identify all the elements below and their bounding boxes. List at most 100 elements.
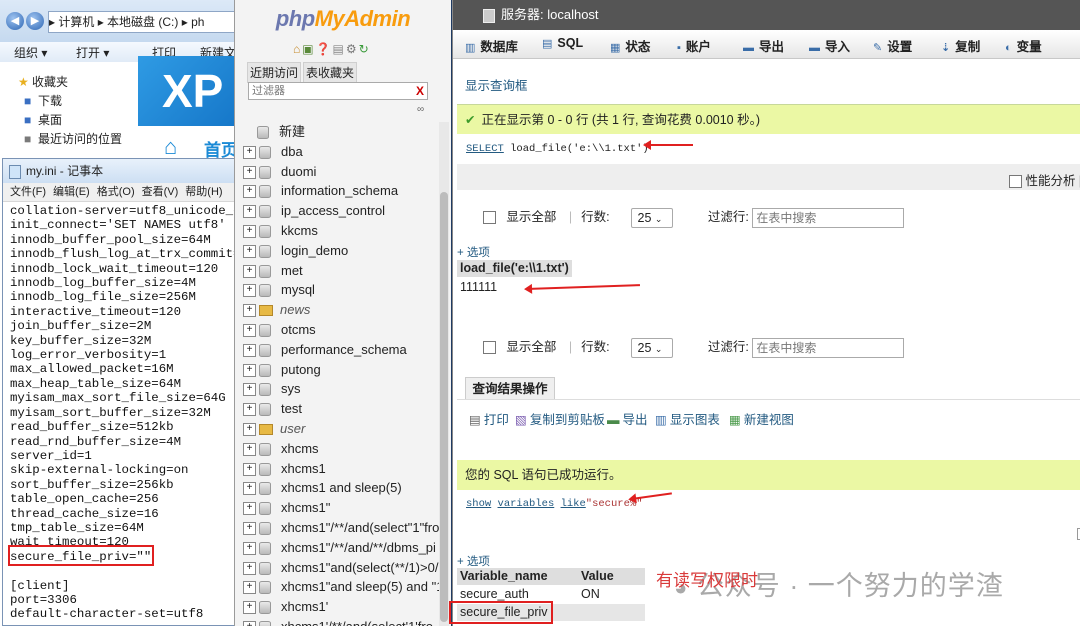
menu-file[interactable]: 文件(F) [10, 186, 46, 198]
menu-help[interactable]: 帮助(H) [185, 186, 222, 198]
tab-sql[interactable]: ▤ SQL [542, 36, 583, 50]
back-icon[interactable]: ◀ [6, 12, 24, 30]
database-item[interactable]: + xhcms1" [243, 498, 439, 518]
db-filter-input[interactable] [248, 82, 428, 100]
expand-icon[interactable]: + [243, 304, 256, 318]
nav-scrollbar-thumb[interactable] [440, 192, 448, 622]
expand-icon[interactable]: + [243, 165, 256, 179]
options-link[interactable]: + 选项 [457, 244, 490, 260]
address-field[interactable]: ▸ 计算机 ▸ 本地磁盘 (C:) ▸ ph [48, 11, 242, 33]
result-column-header[interactable]: load_file('e:\\1.txt') [457, 260, 572, 277]
logout-icon[interactable]: ▣ [302, 42, 315, 56]
menu-edit[interactable]: 编辑(E) [53, 186, 90, 198]
rows-select-bottom[interactable]: 25 ⌄ [630, 337, 673, 358]
tab-import[interactable]: ▬ 导入 [809, 36, 850, 55]
server-title[interactable]: 服务器: localhost [501, 7, 599, 22]
database-item[interactable]: + user [243, 419, 439, 439]
database-item[interactable]: + login_demo [243, 241, 439, 261]
expand-icon[interactable]: + [243, 621, 256, 626]
filter-rows-input-bottom[interactable]: 在表中搜索 [752, 337, 905, 358]
expand-icon[interactable]: + [243, 502, 256, 516]
home-icon[interactable]: ⌂ [293, 42, 302, 56]
expand-icon[interactable]: + [243, 522, 256, 536]
database-item[interactable]: + sys [243, 379, 439, 399]
database-item[interactable]: + xhcms1"/**/and/**/dbms_pi [243, 538, 439, 558]
expand-icon[interactable]: + [243, 205, 256, 219]
expand-icon[interactable]: + [243, 423, 256, 437]
expand-icon[interactable]: + [243, 581, 256, 595]
expand-icon[interactable]: + [243, 244, 256, 258]
tab-variables[interactable]: ◐ 变量 [1005, 36, 1042, 55]
docs-icon[interactable]: ▤ [333, 42, 346, 56]
col-variable-name[interactable]: Variable_name [460, 568, 548, 585]
create-view-link[interactable]: ▦ 新建视图 [729, 409, 794, 428]
database-item[interactable]: + xhcms1 and sleep(5) [243, 478, 439, 498]
database-item[interactable]: + xhcms1"and sleep(5) and "1 [243, 577, 439, 597]
database-item[interactable]: + ip_access_control [243, 201, 439, 221]
database-item[interactable]: + otcms [243, 320, 439, 340]
expand-icon[interactable]: + [243, 383, 256, 397]
database-item[interactable]: +xhcms1'/**/and(select'1'fro [243, 617, 439, 626]
expand-icon[interactable]: + [243, 284, 256, 298]
expand-icon[interactable]: + [243, 482, 256, 496]
expand-icon[interactable]: + [243, 363, 256, 377]
link-chain-icon[interactable]: ∞ [417, 104, 424, 115]
expand-icon[interactable]: + [243, 561, 256, 575]
home-link[interactable]: 首页 [204, 136, 238, 160]
database-item[interactable]: + xhcms [243, 439, 439, 459]
expand-icon[interactable]: + [243, 403, 256, 417]
tab-replication[interactable]: ⇣ 复制 [941, 36, 980, 55]
result-cell-value[interactable]: 111111 [460, 280, 497, 294]
database-item[interactable]: + xhcms1' [243, 597, 439, 617]
reload-icon[interactable]: ↻ [359, 42, 371, 56]
database-item[interactable]: + news [243, 300, 439, 320]
tab-settings[interactable]: ✎ 设置 [873, 36, 912, 55]
expand-icon[interactable]: + [243, 324, 256, 338]
show-all-checkbox[interactable] [483, 211, 496, 225]
filter-rows-input[interactable]: 在表中搜索 [752, 207, 905, 228]
database-item[interactable]: + met [243, 261, 439, 281]
expand-icon[interactable]: + [243, 185, 256, 199]
expand-icon[interactable]: + [243, 541, 256, 555]
tab-export[interactable]: ▬ 导出 [743, 36, 784, 55]
expand-icon[interactable]: + [243, 264, 256, 278]
export-link[interactable]: ▬ 导出 [607, 409, 648, 428]
copy-to-clipboard-link[interactable]: ▧ 复制到剪贴板 [515, 409, 605, 428]
tab-accounts[interactable]: ▪ 账户 [677, 36, 711, 55]
tab-databases[interactable]: ▥ 数据库 [465, 36, 518, 55]
database-item[interactable]: + dba [243, 142, 439, 162]
tab-status[interactable]: ▦ 状态 [610, 36, 650, 55]
organize-button[interactable]: 组织 ▾ [14, 44, 47, 61]
database-item[interactable]: + information_schema [243, 181, 439, 201]
expand-icon[interactable]: + [243, 343, 256, 357]
print-link[interactable]: ▤ 打印 [469, 409, 509, 428]
database-item[interactable]: + putong [243, 360, 439, 380]
profiling-toggle[interactable]: 性能分析 [ [1009, 170, 1080, 189]
col-value[interactable]: Value [581, 568, 614, 585]
favorites-item-downloads[interactable]: ■ 下载 [24, 92, 62, 109]
rows-select[interactable]: 25 ⌄ [630, 207, 673, 228]
database-item[interactable]: + mysql [243, 280, 439, 300]
profiling-checkbox[interactable] [1009, 175, 1022, 189]
nav-scrollbar[interactable] [439, 122, 449, 626]
expand-icon[interactable]: + [243, 601, 256, 615]
expand-icon[interactable]: + [243, 145, 256, 159]
menu-view[interactable]: 查看(V) [142, 186, 179, 198]
database-item[interactable]: + test [243, 399, 439, 419]
database-item[interactable]: + kkcms [243, 221, 439, 241]
help-icon[interactable]: ❓ [316, 42, 333, 56]
database-item[interactable]: + xhcms1 [243, 459, 439, 479]
expand-icon[interactable]: + [243, 462, 256, 476]
phpmyadmin-logo[interactable]: phpMyAdmin [235, 6, 451, 32]
gear-icon[interactable]: ⚙ [346, 42, 359, 56]
forward-icon[interactable]: ▶ [26, 12, 44, 30]
expand-icon[interactable]: + [243, 442, 256, 456]
display-chart-link[interactable]: ▥ 显示图表 [655, 409, 720, 428]
database-item[interactable]: + xhcms1"and(select(**/1)>0/ [243, 558, 439, 578]
open-button[interactable]: 打开 ▾ [76, 44, 109, 61]
favorites-item[interactable]: ★ 收藏夹 [18, 73, 68, 90]
expand-icon[interactable]: + [243, 225, 256, 239]
database-item[interactable]: + duomi [243, 162, 439, 182]
favorites-item-recent[interactable]: ■ 最近访问的位置 [24, 130, 122, 147]
clear-filter-icon[interactable]: X [416, 84, 424, 98]
